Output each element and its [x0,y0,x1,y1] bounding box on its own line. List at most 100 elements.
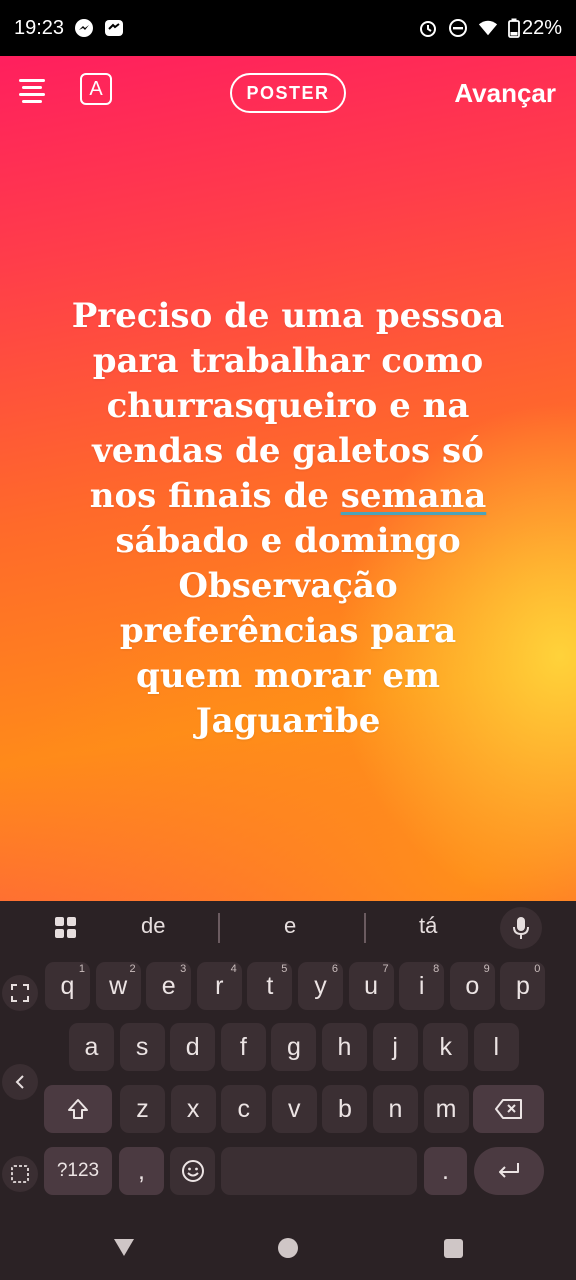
key-label: j [392,1032,398,1061]
story-line: vendas de galetos só [92,431,484,471]
key-n[interactable]: n [373,1085,418,1133]
key-g[interactable]: g [271,1023,317,1071]
key-label: e [161,971,176,1000]
key-hint: 0 [534,963,541,975]
key-s[interactable]: s [119,1023,165,1071]
text-background-button[interactable]: A [80,73,112,105]
key-label: h [337,1032,352,1061]
key-hint: 4 [230,963,237,975]
space-key[interactable] [221,1147,417,1195]
key-v[interactable]: v [271,1085,317,1133]
key-label: w [109,971,128,1000]
dnd-icon [448,18,468,38]
key-o[interactable]: o9 [449,962,495,1010]
key-f[interactable]: f [220,1023,266,1071]
key-label: q [60,971,75,1000]
key-z[interactable]: z [120,1085,165,1133]
story-line: sábado e domingo [115,521,461,561]
story-line: nos finais de semana [28,474,548,519]
story-line: para trabalhar como [92,341,484,381]
key-i[interactable]: i8 [399,962,445,1010]
key-label: m [435,1094,457,1123]
key-b[interactable]: b [322,1085,368,1133]
key-label: c [237,1094,250,1123]
key-label: k [439,1032,452,1061]
key-q[interactable]: q1 [45,962,90,1010]
key-w[interactable]: w2 [95,962,141,1010]
key-label: o [465,971,480,1000]
back-icon[interactable] [112,1237,136,1261]
key-label: n [388,1094,403,1123]
key-hint: 5 [281,963,288,975]
misspelled-word[interactable]: semana [341,476,487,516]
status-bar: 19:23 22% [0,0,576,56]
story-canvas[interactable]: A POSTER Avançar Preciso de uma pessoa p… [0,56,576,901]
story-text[interactable]: Preciso de uma pessoa para trabalhar com… [28,294,548,744]
suggestion-3[interactable]: tá [419,913,437,939]
key-hint: 3 [180,963,187,975]
keyboard-resize-icon[interactable] [2,975,38,1011]
key-label: z [136,1094,149,1123]
key-u[interactable]: u7 [348,962,394,1010]
next-button[interactable]: Avançar [454,78,556,109]
key-hint: 6 [331,963,338,975]
key-hint: 7 [382,963,389,975]
messenger-icon [74,18,94,38]
battery-icon [508,18,520,38]
key-e[interactable]: e3 [146,962,192,1010]
key-m[interactable]: m [423,1085,469,1133]
emoji-key[interactable] [170,1147,215,1195]
enter-key[interactable] [474,1147,544,1195]
key-label: t [266,971,274,1000]
font-style-button[interactable]: POSTER [230,73,346,113]
key-c[interactable]: c [221,1085,267,1133]
symbols-key[interactable]: ?123 [44,1147,112,1195]
period-key[interactable]: . [424,1147,467,1195]
story-line: Preciso de uma pessoa [71,296,505,336]
menu-icon[interactable] [16,74,48,106]
key-label: x [186,1094,200,1123]
recent-apps-icon[interactable] [444,1239,463,1258]
key-l[interactable]: l [473,1023,519,1071]
suggestion-divider [364,913,366,943]
key-label: u [364,971,379,1000]
key-hint: 2 [129,963,136,975]
keyboard-collapse-icon[interactable] [2,1064,38,1100]
key-t[interactable]: t5 [247,962,293,1010]
story-line: preferências para [119,611,457,651]
key-k[interactable]: k [423,1023,469,1071]
backspace-key[interactable] [473,1085,544,1133]
home-icon[interactable] [278,1238,298,1258]
key-label: a [84,1032,99,1061]
microphone-icon[interactable] [500,907,542,949]
key-label: g [286,1032,301,1061]
key-label: f [239,1032,247,1061]
key-j[interactable]: j [372,1023,418,1071]
key-r[interactable]: r4 [196,962,242,1010]
key-y[interactable]: y6 [298,962,343,1010]
key-x[interactable]: x [170,1085,216,1133]
suggestion-1[interactable]: de [141,913,165,939]
shift-key[interactable] [44,1085,112,1133]
key-d[interactable]: d [170,1023,216,1071]
story-line-part: nos finais de [89,476,341,516]
key-label: i [418,971,425,1000]
comma-key[interactable]: , [119,1147,164,1195]
key-label: l [493,1032,500,1061]
apps-grid-icon[interactable] [54,916,78,940]
clipboard-icon[interactable] [2,1156,38,1192]
suggestion-divider [218,913,220,943]
key-label: v [288,1094,301,1123]
suggestion-2[interactable]: e [284,913,296,939]
key-hint: 1 [78,963,85,975]
story-line: churrasqueiro e na [106,386,470,426]
story-line: Jaguaribe [195,701,381,741]
soft-keyboard: de e tá ?123 , . q1w2e3r4t 5 y 6 u 7 i 8… [0,901,576,1211]
key-p[interactable]: p0 [500,962,546,1010]
key-h[interactable]: h [322,1023,367,1071]
key-hint: 8 [433,963,440,975]
key-a[interactable]: a [69,1023,114,1071]
key-hint: 9 [483,963,490,975]
story-line: Observação [178,566,398,606]
battery-level: 22% [521,16,562,39]
